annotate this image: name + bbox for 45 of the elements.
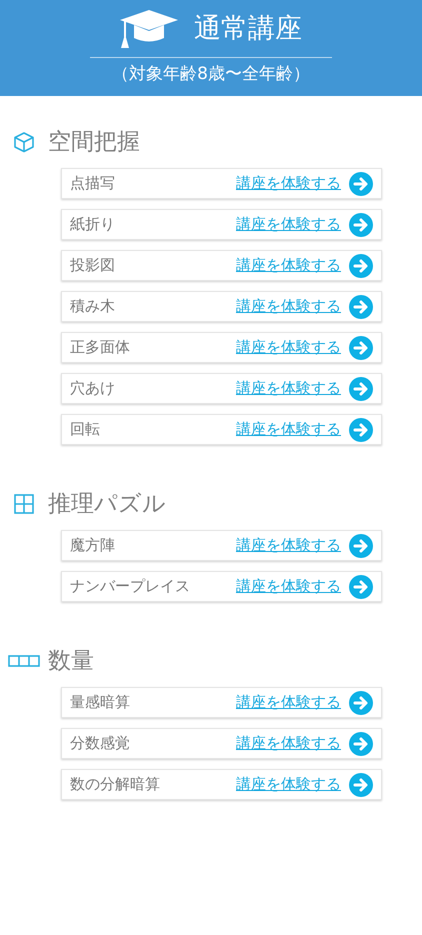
course-name: 数の分解暗算 <box>70 774 160 796</box>
course-name: 魔方陣 <box>70 535 115 556</box>
try-course-link[interactable]: 講座を体験する <box>236 691 341 714</box>
course-name: 分数感覚 <box>70 733 130 754</box>
course-name: 穴あけ <box>70 378 115 400</box>
arrow-right-icon[interactable] <box>349 254 373 278</box>
course-name: 点描写 <box>70 173 115 194</box>
try-course-link[interactable]: 講座を体験する <box>236 377 341 400</box>
arrow-right-icon[interactable] <box>349 574 373 598</box>
arrow-right-icon[interactable] <box>349 172 373 196</box>
course-name: 紙折り <box>70 214 115 236</box>
arrow-right-icon[interactable] <box>349 418 373 442</box>
try-course-link[interactable]: 講座を体験する <box>236 418 341 441</box>
try-course-link[interactable]: 講座を体験する <box>236 172 341 195</box>
arrow-right-icon[interactable] <box>349 376 373 400</box>
arrow-right-icon[interactable] <box>349 690 373 714</box>
arrow-right-icon[interactable] <box>349 336 373 360</box>
try-course-link[interactable]: 講座を体験する <box>236 575 341 598</box>
course-name: 投影図 <box>70 255 115 276</box>
arrow-right-icon[interactable] <box>349 772 373 796</box>
page-title: 通常講座 <box>194 15 302 42</box>
arrow-right-icon[interactable] <box>349 534 373 558</box>
cube-icon <box>13 131 35 153</box>
section-title: 空間把握 <box>48 130 140 154</box>
course-name: ナンバープレイス <box>70 576 190 598</box>
try-course-link[interactable]: 講座を体験する <box>236 295 341 318</box>
course-name: 回転 <box>70 419 100 440</box>
section-title: 推理パズル <box>48 492 166 516</box>
page-subtitle: （対象年齢8歳〜全年齢） <box>112 63 310 83</box>
try-course-link[interactable]: 講座を体験する <box>236 254 341 277</box>
arrow-right-icon[interactable] <box>349 294 373 318</box>
try-course-link[interactable]: 講座を体験する <box>236 534 341 557</box>
try-course-link[interactable]: 講座を体験する <box>236 213 341 236</box>
try-course-link[interactable]: 講座を体験する <box>236 773 341 796</box>
arrow-right-icon[interactable] <box>349 212 373 236</box>
graduation-cap-icon <box>120 10 178 48</box>
section-title: 数量 <box>48 650 94 672</box>
arrow-right-icon[interactable] <box>349 732 373 756</box>
course-name: 量感暗算 <box>70 692 130 714</box>
try-course-link[interactable]: 講座を体験する <box>236 336 341 359</box>
grid-icon <box>14 494 34 514</box>
try-course-link[interactable]: 講座を体験する <box>236 732 341 755</box>
course-name: 正多面体 <box>70 337 130 358</box>
course-name: 積み木 <box>70 296 115 318</box>
blocks-icon <box>8 655 40 667</box>
